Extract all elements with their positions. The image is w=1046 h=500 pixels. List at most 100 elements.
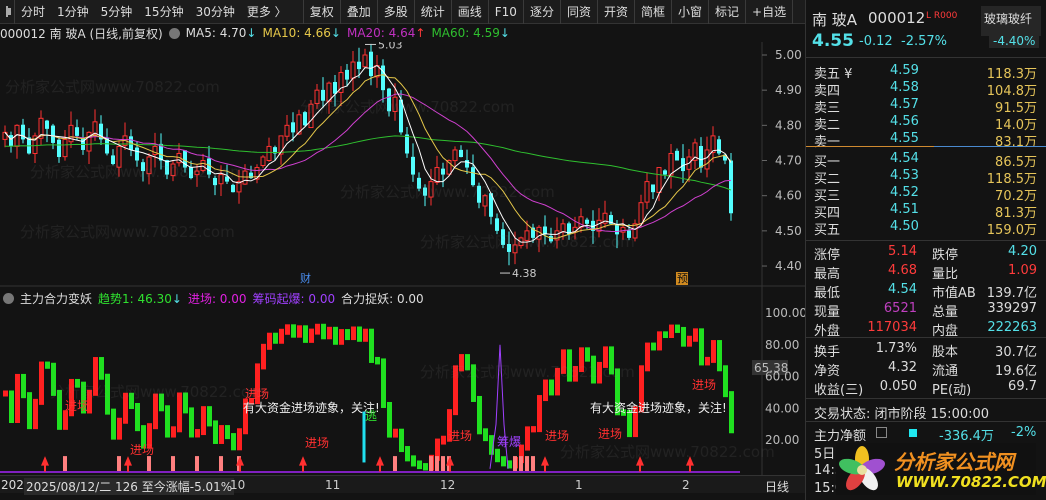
indicator-entry: 进场: 0.00 <box>187 291 247 306</box>
watermark-text: 分析家公式网www.70822.com <box>30 163 245 181</box>
up-arrow-icon <box>299 456 307 472</box>
watermark-text: 分析家公式网www.70822.com <box>340 183 555 201</box>
trend-bar <box>333 326 338 345</box>
trend-bar <box>699 328 704 366</box>
tab-5day[interactable]: 5日 <box>814 443 835 462</box>
trend-bar <box>117 417 122 440</box>
period-more[interactable]: 更多 〉 <box>241 3 293 20</box>
period-5min[interactable]: 5分钟 <box>95 3 139 20</box>
period-fenshi[interactable]: 分时 <box>14 0 51 24</box>
trend-bar <box>687 335 692 347</box>
entry-label: 进场 <box>65 399 89 413</box>
main-net-row: 主力净额 -336.4万 -2% <box>806 424 1046 444</box>
trend-bar <box>711 340 716 363</box>
candle-body <box>644 181 650 203</box>
stock-title: 000012 南 玻A (日线,前复权) <box>0 26 163 41</box>
trend-bar <box>15 373 20 423</box>
period-daily[interactable]: 日线 <box>765 478 789 495</box>
period-30min[interactable]: 30分钟 <box>190 3 241 20</box>
quote-panel: 南 玻A 000012 L R000 玻璃玻纤 -4.40% 4.55 -0.1… <box>805 0 1046 500</box>
candle-body <box>75 127 79 136</box>
trend-bar <box>423 463 428 471</box>
stat-value: 222263 <box>987 320 1037 335</box>
candle-body <box>62 138 68 158</box>
stat-value: 0.050 <box>879 379 917 394</box>
stat-label: 涨停 <box>814 248 841 263</box>
indicator-title-bar: 主力合力变妖 趋势1: 46.30↓ 进场: 0.00 筹码起爆: 0.00 合… <box>0 290 430 306</box>
candle-body <box>704 149 710 170</box>
candle-body <box>92 121 98 135</box>
stat-value: 339297 <box>987 301 1037 316</box>
stock-code: 000012 <box>868 9 926 27</box>
btn-jiankuang[interactable]: 简框 <box>633 0 671 24</box>
candle-body <box>675 150 679 161</box>
kline-chart[interactable]: 5.00 4.90 4.80 4.70 4.60 4.50 4.40 100.00 80.00 6… <box>0 42 805 475</box>
trend-bar <box>21 373 26 399</box>
chip-bar <box>429 456 433 472</box>
finance-marker: 财 <box>300 271 311 285</box>
candle-body <box>357 61 361 70</box>
indicator-tick-label: 40.00 <box>765 401 799 415</box>
indicator-settings-icon[interactable] <box>3 292 14 304</box>
candle-body <box>284 124 290 137</box>
trend-bar <box>411 455 416 467</box>
order-book-row[interactable]: 买五 4.50 159.0万 <box>806 218 1046 238</box>
period-1min[interactable]: 1分钟 <box>51 3 95 20</box>
stat-label: 换手 <box>814 345 841 360</box>
entry-label: 进场 <box>305 436 329 450</box>
trend-bar <box>501 456 506 467</box>
btn-f10[interactable]: F10 <box>487 0 523 24</box>
btn-fuquan[interactable]: 复权 <box>302 0 340 24</box>
btn-add-watchlist[interactable]: +自选 <box>745 0 792 24</box>
btn-mark[interactable]: 标记 <box>708 0 745 24</box>
panel-toggle-icon[interactable] <box>6 6 11 17</box>
watermark-logo: 分析家公式网 WWW.70822.COM <box>836 443 1046 495</box>
trend-bar <box>669 324 674 339</box>
btn-overlay[interactable]: 叠加 <box>339 0 377 24</box>
candle-body <box>710 135 716 153</box>
trend-bar <box>63 410 68 430</box>
stat-label: PE(动) <box>932 383 972 398</box>
stat-value: 4.20 <box>1008 244 1037 259</box>
trend-bar <box>267 332 272 350</box>
price-tick-label: 4.90 <box>775 83 802 97</box>
notice-label: 有大资金进场迹象，关注! <box>243 400 380 415</box>
btn-draw[interactable]: 画线 <box>450 0 488 24</box>
trend-bar <box>375 356 380 365</box>
btn-small-window[interactable]: 小窗 <box>671 0 708 24</box>
entry-label: 进场 <box>130 443 154 457</box>
trend-bar <box>213 420 218 444</box>
stat-label: 股本 <box>932 345 959 360</box>
trend-bar <box>537 395 542 433</box>
trend-bar <box>303 325 308 343</box>
btn-kaizi[interactable]: 开资 <box>596 0 634 24</box>
high-label: 5.03 <box>378 42 403 51</box>
candle-body <box>405 134 409 154</box>
stat-value: 4.54 <box>888 282 917 297</box>
candle-body <box>291 122 295 133</box>
candle-body <box>411 156 415 175</box>
stats-row: 最高 4.68 量比 1.09 <box>806 262 1046 282</box>
btn-zhufen[interactable]: 逐分 <box>522 0 560 24</box>
trend-bar <box>663 331 668 339</box>
trend-bar <box>729 391 734 434</box>
list-icon[interactable] <box>876 427 887 438</box>
btn-stats[interactable]: 统计 <box>413 0 451 24</box>
btn-tongzi[interactable]: 同资 <box>559 0 597 24</box>
stat-label: 净资 <box>814 364 841 379</box>
stat-label: 跌停 <box>932 248 959 263</box>
trend-bar <box>399 428 404 453</box>
stat-value: 139.7亿 <box>986 286 1037 301</box>
trend-bar <box>417 460 422 470</box>
trade-status: 交易状态: 闭市阶段 15:00:00 <box>814 407 990 422</box>
period-15min[interactable]: 15分钟 <box>138 3 189 20</box>
settings-circle-icon[interactable] <box>168 27 180 39</box>
net-indicator-square <box>909 429 917 437</box>
trend-bar <box>543 379 548 402</box>
btn-multi[interactable]: 多股 <box>376 0 414 24</box>
sector-name[interactable]: 玻璃玻纤 <box>984 10 1032 27</box>
stats2-row: 换手 1.73% 股本 30.7亿 <box>806 340 1046 360</box>
trend-bar <box>321 323 326 340</box>
stock-flags: L R000 <box>926 11 958 21</box>
candle-body <box>452 149 458 162</box>
